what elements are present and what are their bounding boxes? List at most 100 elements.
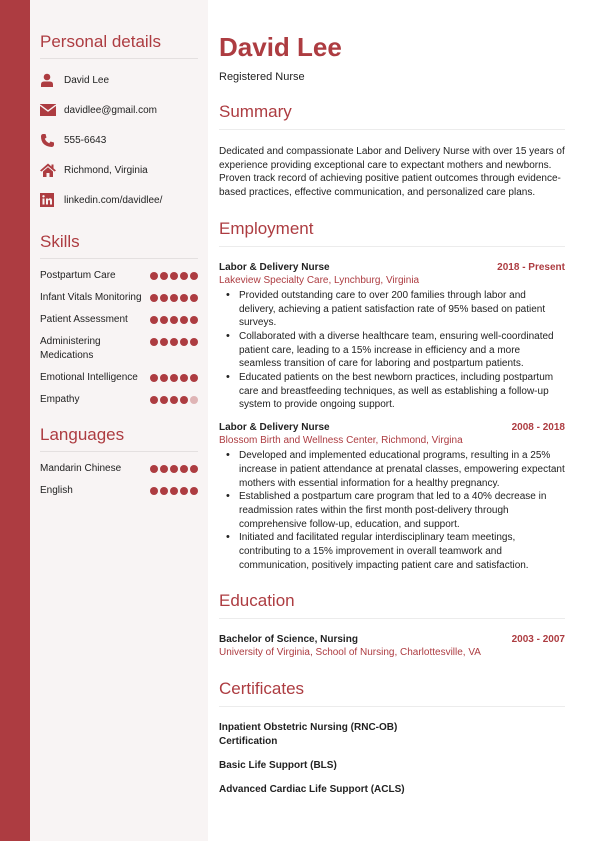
job-entry: Labor & Delivery Nurse 2008 - 2018 Blossom… — [219, 421, 565, 572]
skill-name: Postpartum Care — [40, 270, 116, 281]
skill-row: Empathy — [40, 389, 198, 411]
rating-dot-filled — [190, 374, 198, 382]
skill-name: Infant Vitals Monitoring — [40, 292, 142, 303]
job-role: Labor & Delivery Nurse — [219, 422, 330, 434]
candidate-name: David Lee — [219, 32, 342, 62]
job-bullets: Provided outstanding care to over 200 fa… — [219, 289, 565, 412]
personal-email[interactable]: davidlee@gmail.com — [64, 105, 157, 116]
rating-dot-filled — [190, 294, 198, 302]
phone-icon — [40, 132, 64, 148]
personal-linkedin[interactable]: linkedin.com/davidlee/ — [64, 195, 162, 206]
rating-dot-filled — [160, 487, 168, 495]
education-heading: Education — [219, 591, 565, 620]
skill-row: Emotional Intelligence — [40, 367, 198, 389]
skill-name: Empathy — [40, 394, 80, 405]
rating-dot-filled — [180, 294, 188, 302]
personal-details-list: David Lee davidlee@gmail.com 555-6643 Ri… — [40, 65, 198, 215]
rating-dot-filled — [160, 338, 168, 346]
personal-item-linkedin[interactable]: linkedin.com/davidlee/ — [40, 185, 198, 215]
summary-heading: Summary — [219, 102, 565, 130]
rating-dot-filled — [170, 396, 178, 404]
job-bullet: Developed and implemented educational pr… — [219, 449, 565, 490]
skill-rating — [150, 371, 198, 382]
language-name: Mandarin Chinese — [40, 463, 122, 474]
job-dates: 2018 - Present — [497, 261, 565, 273]
summary-text: Dedicated and compassionate Labor and De… — [219, 146, 565, 199]
skill-name: Emotional Intelligence — [40, 372, 138, 383]
certificate-item: Inpatient Obstetric Nursing (RNC-OB) Cer… — [219, 722, 398, 748]
rating-dot-filled — [190, 316, 198, 324]
personal-item-email[interactable]: davidlee@gmail.com — [40, 95, 198, 125]
job-entry: Labor & Delivery Nurse 2018 - Present Lake… — [219, 261, 565, 412]
job-organization: Lakeview Specialty Care, Lynchburg, Virg… — [219, 274, 420, 286]
rating-dot-filled — [170, 487, 178, 495]
job-bullet: Provided outstanding care to over 200 fa… — [219, 289, 565, 330]
linkedin-icon — [40, 192, 64, 208]
skill-row: Administering Medications — [40, 331, 198, 367]
accent-strip — [0, 0, 30, 841]
personal-item-phone[interactable]: 555-6643 — [40, 125, 198, 155]
rating-dot-filled — [150, 316, 158, 324]
education-degree: Bachelor of Science, Nursing — [219, 634, 358, 646]
skills-list: Postpartum Care Infant Vitals Monitoring P… — [40, 265, 198, 411]
rating-dot-filled — [150, 294, 158, 302]
job-organization: Blossom Birth and Wellness Center, Richm… — [219, 435, 463, 447]
job-header: Labor & Delivery Nurse 2018 - Present — [219, 261, 565, 274]
language-rating — [150, 484, 198, 495]
certificate-item: Basic Life Support (BLS) — [219, 760, 337, 772]
rating-dot-filled — [190, 272, 198, 280]
job-bullet: Initiated and facilitated regular interd… — [219, 531, 565, 572]
skill-rating — [150, 393, 198, 404]
rating-dot-filled — [160, 396, 168, 404]
home-icon — [40, 162, 64, 178]
language-name: English — [40, 485, 73, 496]
language-row: English — [40, 480, 198, 502]
personal-location: Richmond, Virginia — [64, 164, 148, 176]
rating-dot-filled — [190, 465, 198, 473]
rating-dot-filled — [170, 316, 178, 324]
personal-phone[interactable]: 555-6643 — [64, 135, 106, 146]
rating-dot-empty — [190, 396, 198, 404]
skill-row: Postpartum Care — [40, 265, 198, 287]
job-bullet: Collaborated with a diverse healthcare t… — [219, 330, 565, 371]
language-row: Mandarin Chinese — [40, 458, 198, 480]
job-dates: 2008 - 2018 — [511, 422, 565, 434]
skill-rating — [150, 291, 198, 302]
rating-dot-filled — [150, 272, 158, 280]
rating-dot-filled — [170, 272, 178, 280]
employment-list: Labor & Delivery Nurse 2018 - Present Lake… — [219, 261, 565, 573]
skill-rating — [150, 313, 198, 324]
job-header: Labor & Delivery Nurse 2008 - 2018 — [219, 421, 565, 434]
rating-dot-filled — [150, 487, 158, 495]
envelope-icon — [40, 102, 64, 118]
job-bullet: Educated patients on the best newborn pr… — [219, 371, 565, 412]
skills-heading: Skills — [40, 232, 198, 259]
rating-dot-filled — [150, 465, 158, 473]
rating-dot-filled — [160, 374, 168, 382]
rating-dot-filled — [180, 374, 188, 382]
rating-dot-filled — [170, 374, 178, 382]
personal-name: David Lee — [64, 74, 110, 86]
education-entry: Bachelor of Science, Nursing 2003 - 2007… — [219, 633, 565, 660]
personal-item-location: Richmond, Virginia — [40, 155, 198, 185]
skill-name: Administering Medications — [40, 336, 101, 361]
rating-dot-filled — [180, 316, 188, 324]
sidebar: Personal details David Lee davidlee@gmai… — [30, 0, 208, 841]
rating-dot-filled — [180, 338, 188, 346]
rating-dot-filled — [160, 294, 168, 302]
rating-dot-filled — [160, 272, 168, 280]
rating-dot-filled — [190, 487, 198, 495]
rating-dot-filled — [170, 465, 178, 473]
education-school: University of Virginia, School of Nursin… — [219, 647, 481, 659]
rating-dot-filled — [150, 374, 158, 382]
certificates-heading: Certificates — [219, 679, 565, 708]
rating-dot-filled — [180, 465, 188, 473]
rating-dot-filled — [170, 294, 178, 302]
main-content: David Lee Registered Nurse Summary Dedic… — [208, 0, 595, 841]
employment-heading: Employment — [219, 219, 565, 247]
skill-row: Patient Assessment — [40, 309, 198, 331]
personal-details-heading: Personal details — [40, 32, 198, 59]
candidate-title: Registered Nurse — [219, 71, 305, 83]
skill-row: Infant Vitals Monitoring — [40, 287, 198, 309]
rating-dot-filled — [180, 272, 188, 280]
